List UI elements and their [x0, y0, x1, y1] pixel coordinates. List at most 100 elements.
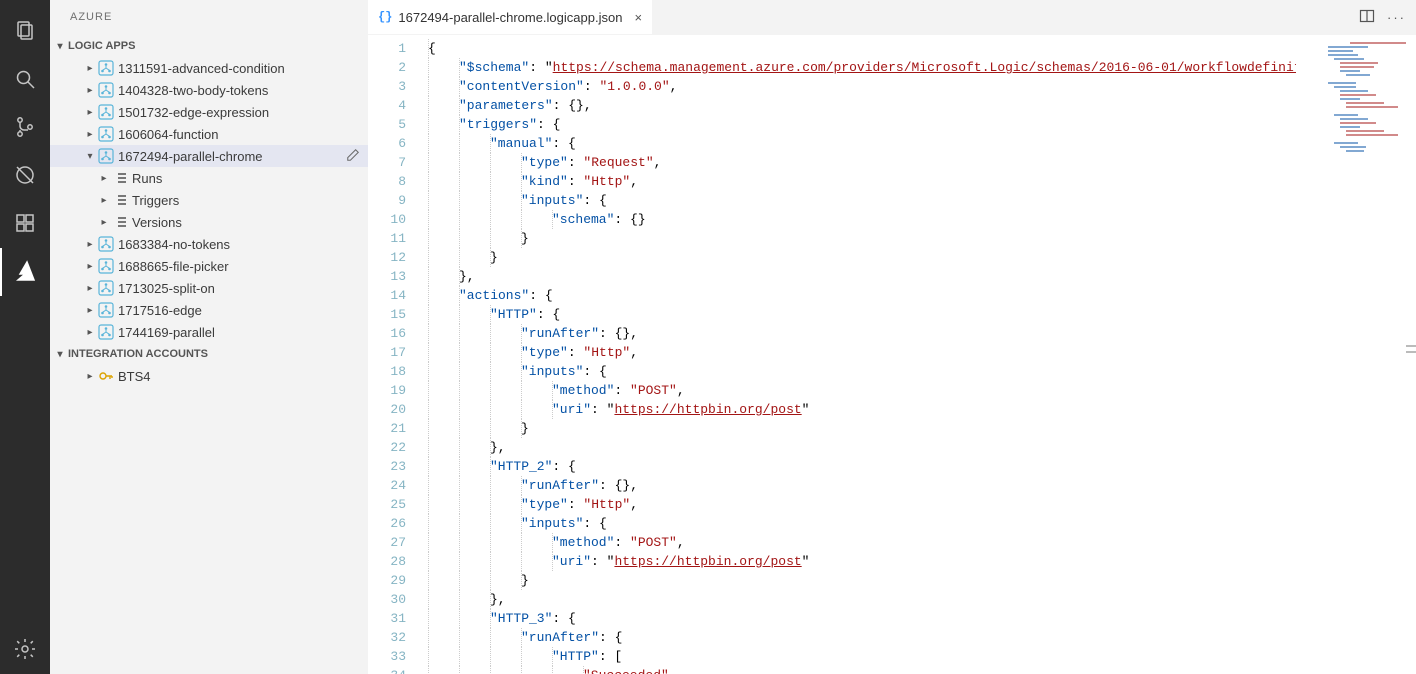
line-number: 20 [368, 400, 428, 419]
code-line: "runAfter": { [428, 628, 1296, 647]
tree-item[interactable]: ▸1713025-split-on [50, 277, 368, 299]
line-number: 29 [368, 571, 428, 590]
chevron-icon: ▸ [84, 327, 96, 338]
logicapp-icon [98, 148, 114, 164]
line-number: 30 [368, 590, 428, 609]
editor-tab[interactable]: {} 1672494-parallel-chrome.logicapp.json… [368, 0, 652, 34]
tree-item[interactable]: ▸1606064-function [50, 123, 368, 145]
tree-item[interactable]: ▸ Triggers [50, 189, 368, 211]
explorer-view-icon[interactable] [0, 8, 50, 56]
azure-view-icon[interactable] [0, 248, 50, 296]
tree-item-label: 1683384-no-tokens [118, 237, 230, 252]
code-line: "triggers": { [428, 115, 1296, 134]
tree-item[interactable]: ▸1501732-edge-expression [50, 101, 368, 123]
tree-item[interactable]: ▾ 1672494-parallel-chrome [50, 145, 368, 167]
minimap[interactable] [1296, 35, 1416, 674]
chevron-icon: ▾ [84, 151, 96, 162]
code-line: } [428, 419, 1296, 438]
tree-item[interactable]: ▸Versions [50, 211, 368, 233]
line-number: 13 [368, 267, 428, 286]
chevron-icon: ▸ [84, 261, 96, 272]
code-line: "HTTP_2": { [428, 457, 1296, 476]
tab-bar: {} 1672494-parallel-chrome.logicapp.json… [368, 0, 1416, 35]
chevron-icon: ▸ [84, 305, 96, 316]
logicapp-icon [98, 324, 114, 340]
line-number: 6 [368, 134, 428, 153]
logicapp-icon [98, 60, 114, 76]
code-line: "actions": { [428, 286, 1296, 305]
tree-item[interactable]: ▸1744169-parallel [50, 321, 368, 343]
code-line: "HTTP_3": { [428, 609, 1296, 628]
tree-item-label: BTS4 [118, 369, 151, 384]
chevron-icon: ▸ [84, 85, 96, 96]
chevron-icon: ▸ [84, 129, 96, 140]
code-line: "Succeeded" [428, 666, 1296, 674]
code-line: "inputs": { [428, 514, 1296, 533]
tree-item[interactable]: ▸ 1683384-no-tokens [50, 233, 368, 255]
source-control-view-icon[interactable] [0, 104, 50, 152]
line-number: 16 [368, 324, 428, 343]
tree-item[interactable]: ▸BTS4 [50, 365, 368, 387]
code-area[interactable]: 1234567891011121314151617181920212223242… [368, 35, 1416, 674]
more-actions-icon[interactable]: ··· [1387, 10, 1406, 25]
code-line: } [428, 229, 1296, 248]
manage-gear-icon[interactable] [0, 626, 50, 674]
tree-item-label: 1688665-file-picker [118, 259, 229, 274]
tree-item[interactable]: ▸1404328-two-body-tokens [50, 79, 368, 101]
tree-item-label: 1713025-split-on [118, 281, 215, 296]
pencil-icon[interactable] [346, 148, 360, 165]
line-number: 27 [368, 533, 428, 552]
line-number: 22 [368, 438, 428, 457]
minimap-sash-icon[interactable] [1406, 341, 1416, 369]
tree-item[interactable]: ▸Runs [50, 167, 368, 189]
debug-view-icon[interactable] [0, 152, 50, 200]
line-number: 26 [368, 514, 428, 533]
logicapp-icon [98, 280, 114, 296]
tree-item-label: Triggers [132, 193, 179, 208]
code-line: } [428, 248, 1296, 267]
close-icon[interactable]: × [634, 10, 642, 25]
line-number: 10 [368, 210, 428, 229]
editor: {} 1672494-parallel-chrome.logicapp.json… [368, 0, 1416, 674]
chevron-icon: ▸ [84, 239, 96, 250]
chevron-icon: ▸ [98, 173, 110, 184]
split-editor-icon[interactable] [1359, 8, 1375, 27]
list-icon [112, 192, 128, 208]
activity-bar [0, 0, 50, 674]
line-number: 23 [368, 457, 428, 476]
code-line: "parameters": {}, [428, 96, 1296, 115]
key-icon [98, 368, 114, 384]
tree-item-label: 1717516-edge [118, 303, 202, 318]
tree-item[interactable]: ▸ 1688665-file-picker [50, 255, 368, 277]
tree-item-label: 1501732-edge-expression [118, 105, 269, 120]
logicapp-icon [98, 258, 114, 274]
section-header-logic-apps[interactable]: ▾ LOGIC APPS [50, 35, 368, 57]
extensions-view-icon[interactable] [0, 200, 50, 248]
section-label: INTEGRATION ACCOUNTS [68, 348, 208, 360]
line-number: 12 [368, 248, 428, 267]
section-header-integration-accounts[interactable]: ▾ INTEGRATION ACCOUNTS [50, 343, 368, 365]
list-icon [112, 170, 128, 186]
line-number: 3 [368, 77, 428, 96]
line-number: 34 [368, 666, 428, 674]
tree-item[interactable]: ▸ 1717516-edge [50, 299, 368, 321]
chevron-icon: ▸ [98, 195, 110, 206]
logic-apps-tree: ▸1311591-advanced-condition▸1404328-two-… [50, 57, 368, 343]
chevron-down-icon: ▾ [54, 41, 66, 52]
search-view-icon[interactable] [0, 56, 50, 104]
line-number: 9 [368, 191, 428, 210]
tree-item-label: Versions [132, 215, 182, 230]
tree-item-label: 1672494-parallel-chrome [118, 149, 263, 164]
line-number: 28 [368, 552, 428, 571]
line-number: 25 [368, 495, 428, 514]
line-number: 15 [368, 305, 428, 324]
tree-item[interactable]: ▸1311591-advanced-condition [50, 57, 368, 79]
editor-actions: ··· [1359, 0, 1416, 34]
code-line: "contentVersion": "1.0.0.0", [428, 77, 1296, 96]
code-line: "method": "POST", [428, 381, 1296, 400]
code-line: { [428, 39, 1296, 58]
code-content[interactable]: {"$schema": "https://schema.management.a… [428, 35, 1296, 674]
chevron-icon: ▸ [84, 63, 96, 74]
code-line: } [428, 571, 1296, 590]
line-number: 7 [368, 153, 428, 172]
